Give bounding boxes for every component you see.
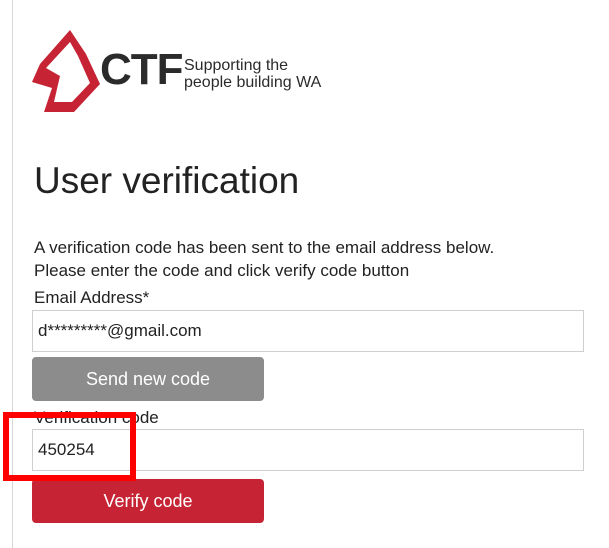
verification-code-label: Verification code <box>34 408 159 427</box>
intro-line-2: Please enter the code and click verify c… <box>34 261 410 280</box>
logo-tagline: Supporting the people building WA <box>184 57 322 91</box>
ctf-logo: CTF Supporting the people building WA <box>30 28 350 118</box>
verification-page: CTF Supporting the people building WA Us… <box>0 0 609 548</box>
logo-wordmark: CTF <box>100 45 184 94</box>
intro-line-1: A verification code has been sent to the… <box>34 238 495 257</box>
email-label: Email Address* <box>34 288 150 307</box>
verification-code-field[interactable] <box>32 429 584 471</box>
email-field[interactable] <box>32 310 584 352</box>
intro-text: A verification code has been sent to the… <box>34 236 494 282</box>
verify-code-button[interactable]: Verify code <box>32 479 264 523</box>
panel-border <box>12 0 13 548</box>
ctf-logo-mark-icon <box>32 30 100 112</box>
send-new-code-button[interactable]: Send new code <box>32 357 264 401</box>
page-title: User verification <box>34 160 300 201</box>
